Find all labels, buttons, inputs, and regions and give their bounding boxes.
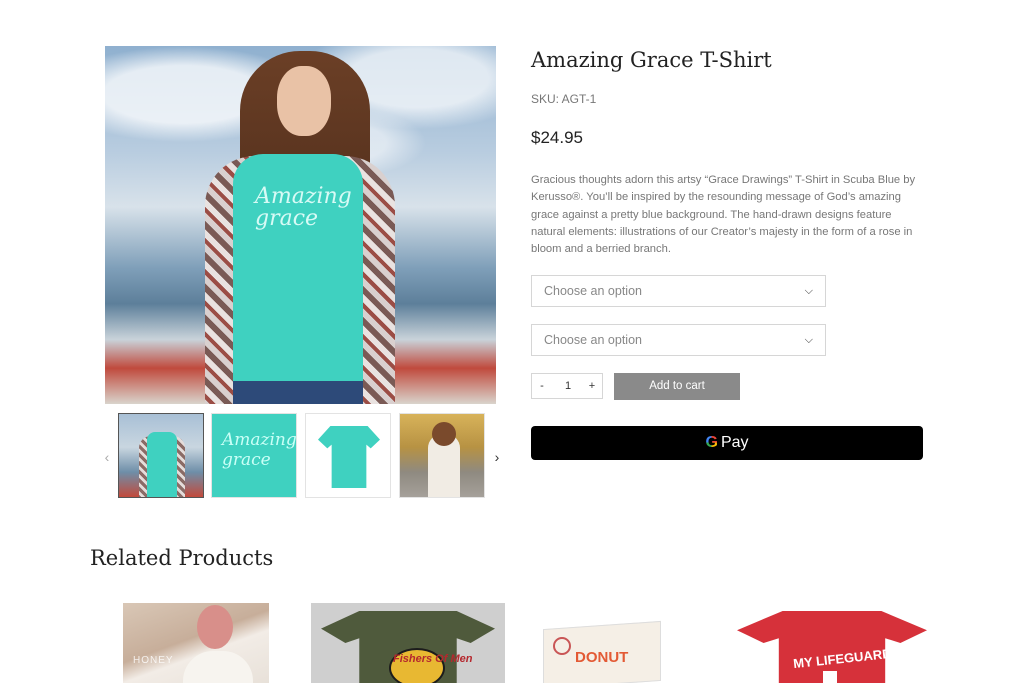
- thumb-person-head: [432, 422, 456, 446]
- gpay-label: Pay: [720, 434, 749, 451]
- thumbnail-1[interactable]: [118, 413, 204, 498]
- shirt-print-text: Amazing grace: [255, 184, 352, 231]
- product-main-image[interactable]: Amazing grace: [105, 46, 496, 404]
- gallery-prev-icon[interactable]: ‹: [101, 448, 113, 466]
- related-3-text: DONUT: [575, 649, 629, 666]
- related-1-text: HONEY: [133, 655, 174, 666]
- model-jeans: [233, 381, 363, 404]
- related-product-3[interactable]: DONUT: [537, 603, 661, 683]
- vase-image: [197, 605, 233, 649]
- thumbnail-4[interactable]: [399, 413, 485, 498]
- cross-icon: [823, 671, 837, 683]
- variant-select-2[interactable]: Choose an option ⌵: [531, 324, 826, 356]
- thumbnail-2[interactable]: Amazing grace: [211, 413, 297, 498]
- gallery-next-icon[interactable]: ›: [491, 448, 503, 466]
- google-pay-button[interactable]: G Pay: [531, 426, 923, 460]
- box-seal-icon: [553, 637, 571, 655]
- cloth-image: [183, 651, 253, 683]
- select-1-placeholder: Choose an option: [544, 284, 642, 298]
- related-2-text: Fishers Of Men: [393, 653, 473, 665]
- select-2-placeholder: Choose an option: [544, 333, 642, 347]
- quantity-plus-button[interactable]: +: [582, 374, 602, 398]
- chevron-down-icon: ⌵: [804, 285, 813, 297]
- chevron-down-icon: ⌵: [804, 334, 813, 346]
- thumbnail-3[interactable]: [305, 413, 391, 498]
- product-description: Gracious thoughts adorn this artsy “Grac…: [531, 174, 916, 256]
- google-g-icon: G: [705, 434, 718, 451]
- quantity-stepper[interactable]: - 1 +: [531, 373, 603, 399]
- thumb-tee-shape: [318, 426, 380, 488]
- related-product-4[interactable]: MY LIFEGUARD: [733, 603, 929, 683]
- add-to-cart-button[interactable]: Add to cart: [614, 373, 740, 400]
- quantity-minus-button[interactable]: -: [532, 374, 552, 398]
- variant-select-1[interactable]: Choose an option ⌵: [531, 275, 826, 307]
- model-face: [277, 66, 331, 136]
- thumb-print-text: Amazing grace: [222, 430, 297, 470]
- thumb-shirt: [147, 432, 177, 497]
- product-price: $24.95: [531, 128, 583, 147]
- product-sku: SKU: AGT-1: [531, 92, 597, 106]
- related-product-2[interactable]: Fishers Of Men: [311, 603, 505, 683]
- related-products-heading: Related Products: [90, 546, 274, 570]
- related-product-1[interactable]: HONEY: [123, 603, 269, 683]
- quantity-value[interactable]: 1: [556, 374, 580, 398]
- product-title: Amazing Grace T-Shirt: [531, 48, 772, 72]
